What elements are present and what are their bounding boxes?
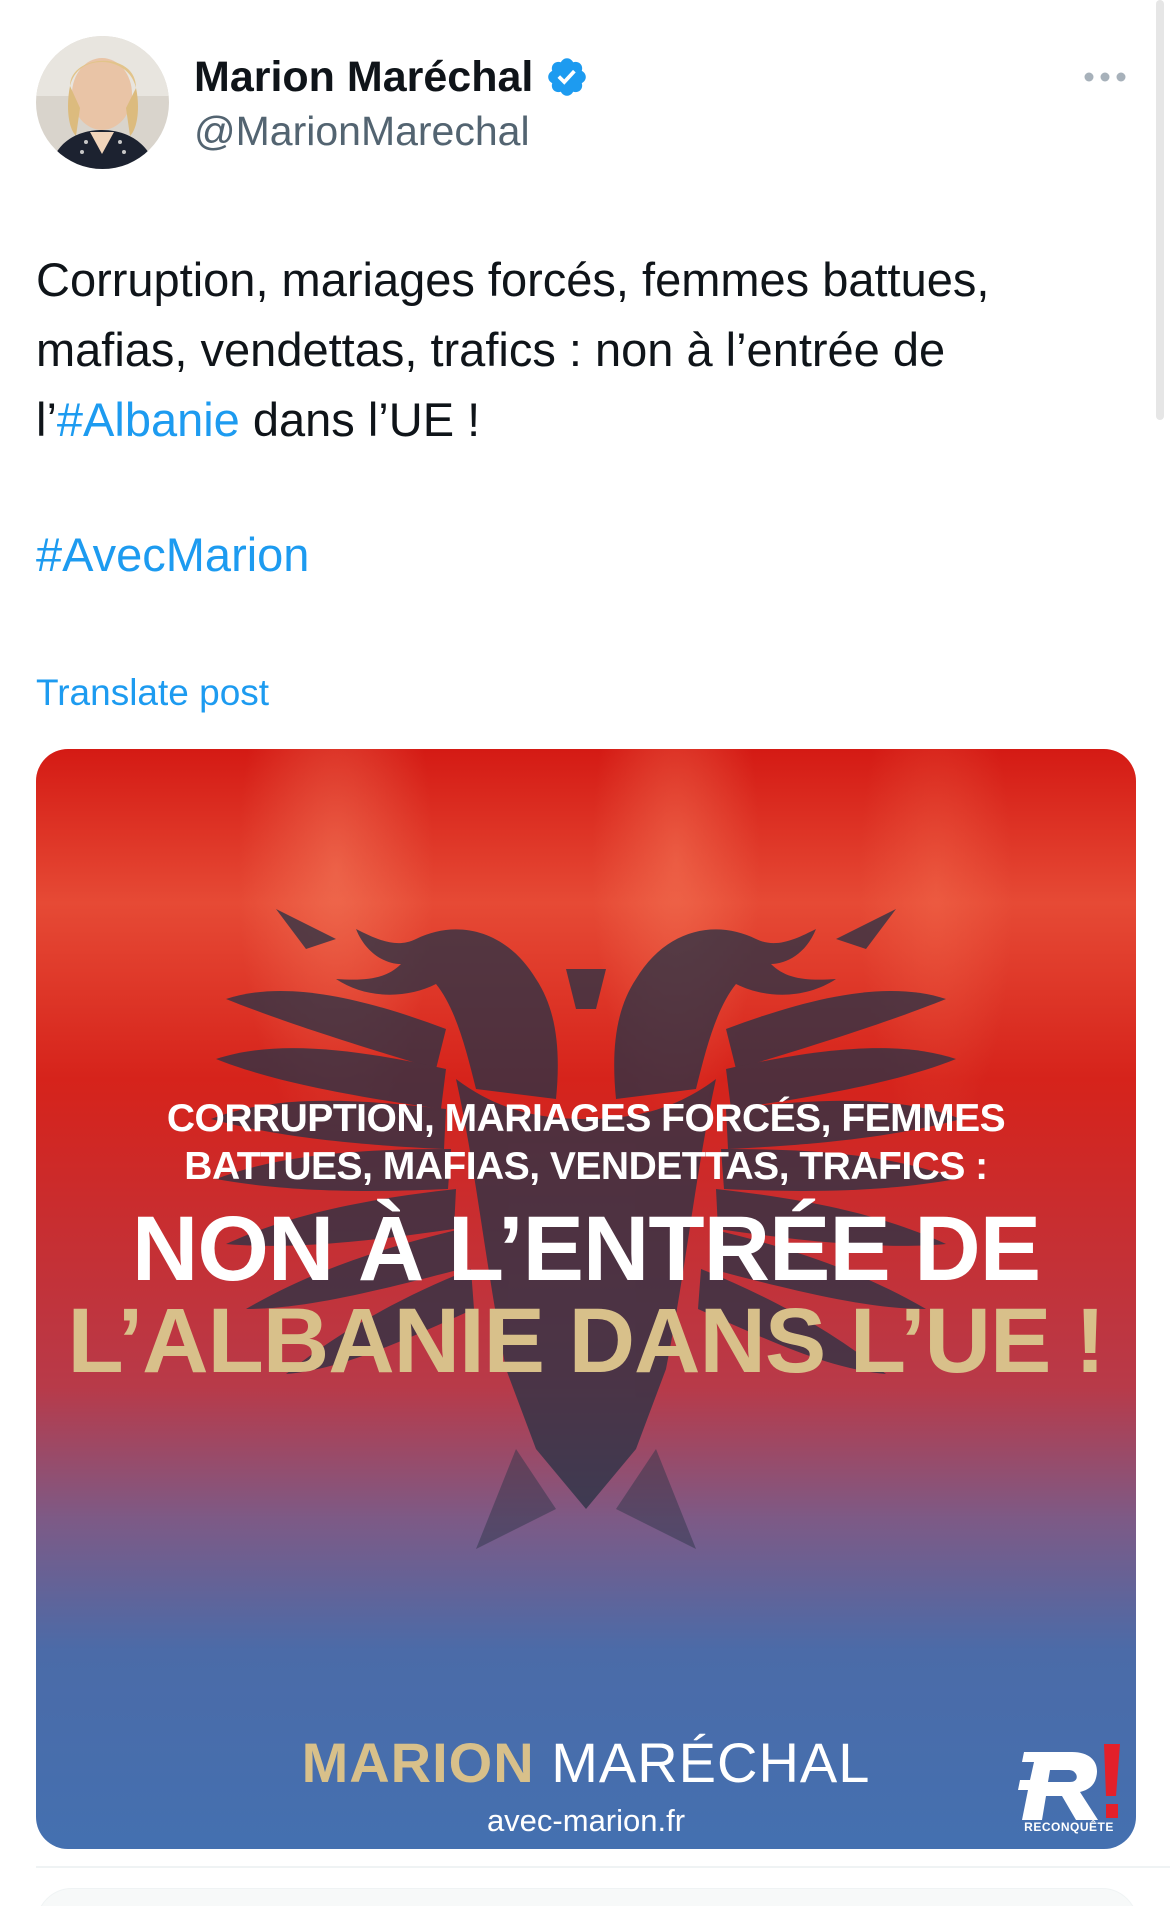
image-signature: MARION MARÉCHAL [36,1731,1136,1795]
tweet-text: Corruption, mariages forcés, femmes batt… [36,245,1136,455]
reconquete-label: RECONQUÊTE [1024,1820,1114,1834]
hashtag-avecmarion-link[interactable]: #AvecMarion [36,528,309,581]
signature-first-name: MARION [301,1731,535,1794]
hashtag-line: #AvecMarion [36,520,309,590]
image-subline-2: BATTUES, MAFIAS, VENDETTAS, TRAFICS : [184,1145,988,1188]
more-options-icon[interactable] [1082,62,1128,92]
author-handle[interactable]: @MarionMarechal [194,106,530,156]
scrollbar[interactable] [1156,0,1164,420]
hashtag-albanie-link[interactable]: #Albanie [57,393,240,446]
author-display-name[interactable]: Marion Maréchal [194,52,589,102]
verified-badge-icon [545,55,589,99]
image-headline-1: NON À L’ENTRÉE DE [131,1198,1041,1300]
avatar[interactable] [36,36,169,169]
signature-last-name: MARÉCHAL [551,1731,871,1794]
tweet-media-image[interactable]: CORRUPTION, MARIAGES FORCÉS, FEMMES BATT… [36,749,1136,1849]
tweet-page: Marion Maréchal @MarionMarechal Corrupti… [0,0,1170,1906]
divider [36,1866,1170,1868]
next-card-edge [36,1888,1138,1906]
image-website: avec-marion.fr [486,1803,686,1838]
tweet-text-line: l’#Albanie dans l’UE ! [36,385,1136,455]
tweet-text-prefix: l’ [36,393,57,446]
tweet-text-line: mafias, vendettas, trafics : non à l’ent… [36,323,946,376]
translate-post-link[interactable]: Translate post [36,668,269,718]
tweet-text-line: Corruption, mariages forcés, femmes batt… [36,253,990,306]
image-subline-1: CORRUPTION, MARIAGES FORCÉS, FEMMES [166,1097,1006,1140]
reconquete-logo-icon [1018,1744,1120,1820]
author-name-text[interactable]: Marion Maréchal [194,52,533,102]
image-headline-2: L’ALBANIE DANS L’UE ! [67,1290,1105,1392]
tweet-text-suffix: dans l’UE ! [239,393,481,446]
